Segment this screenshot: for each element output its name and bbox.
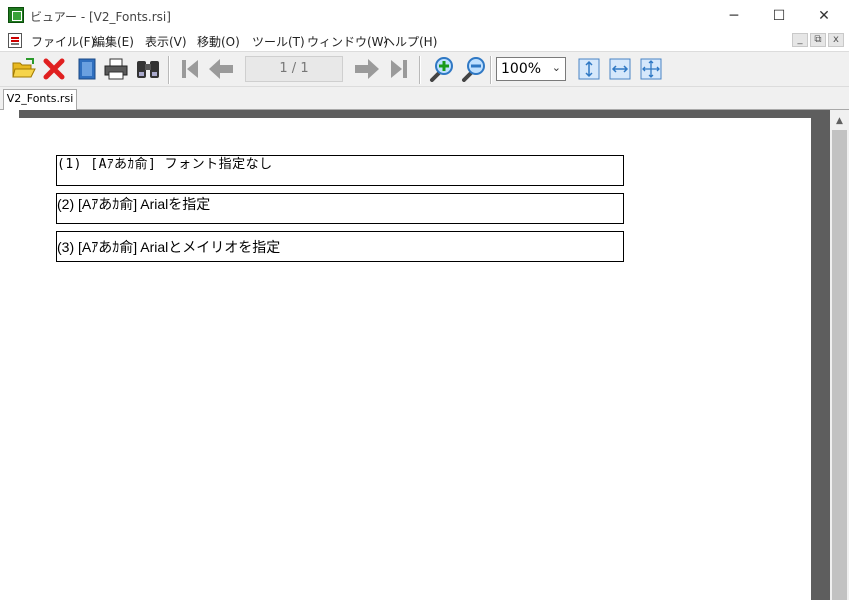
first-page-button[interactable] [176,55,204,83]
text-box-arial-meiryo: (3) [Aｱあｶ俞] Arialとメイリオを指定 [56,231,624,262]
chevron-down-icon[interactable]: ⌄ [552,61,561,74]
mdi-restore-button[interactable]: ⧉ [810,33,826,47]
mdi-minimize-button[interactable]: _ [792,33,808,47]
menu-window[interactable]: ウィンドウ(W) [307,33,388,50]
toolbar-separator [490,56,492,84]
maximize-button[interactable]: ☐ [756,0,802,31]
previous-page-button[interactable] [207,55,235,83]
scrollbar-thumb[interactable] [832,130,847,600]
menu-help[interactable]: ヘルプ(H) [383,33,437,50]
print-button[interactable] [102,55,130,83]
binoculars-icon [137,61,159,78]
zoom-out-button[interactable] [459,55,487,83]
open-folder-icon [12,58,36,78]
document-menu-icon[interactable] [8,33,22,48]
fit-width-icon [609,58,631,80]
last-page-button[interactable] [385,55,413,83]
menu-tools[interactable]: ツール(T) [252,33,305,50]
fit-page-icon [640,58,662,80]
open-button[interactable] [10,55,38,83]
tab-v2-fonts[interactable]: V2_Fonts.rsi [3,89,77,110]
zoom-select[interactable]: 100% ⌄ [496,57,566,81]
book-icon [78,58,96,80]
zoom-in-icon [430,57,453,82]
app-icon[interactable] [8,7,24,23]
first-page-icon [182,60,198,78]
zoom-value: 100% [501,61,542,77]
scroll-up-arrow-icon[interactable]: ▲ [830,112,849,129]
zoom-in-button[interactable] [427,55,455,83]
tab-strip [0,87,849,110]
window-title: ビュアー - [V2_Fonts.rsi] [30,10,171,24]
next-page-icon [355,59,379,79]
menu-move[interactable]: 移動(O) [197,33,240,50]
find-button[interactable] [134,55,162,83]
previous-page-icon [209,59,233,79]
text-line-1: (1) [Aｱあｶ俞] フォント指定なし [57,157,273,172]
text-box-no-font: (1) [Aｱあｶ俞] フォント指定なし [56,155,624,186]
page-indicator[interactable]: 1 / 1 [245,56,343,82]
menu-edit[interactable]: 編集(E) [93,33,134,50]
close-window-button[interactable]: ✕ [801,0,847,31]
fit-height-button[interactable] [575,55,603,83]
close-x-icon [43,58,65,80]
fit-page-button[interactable] [637,55,665,83]
last-page-icon [391,60,407,78]
text-line-3: (3) [Aｱあｶ俞] Arialとメイリオを指定 [57,239,281,255]
fit-width-button[interactable] [606,55,634,83]
minimize-button[interactable]: ─ [711,0,757,31]
toolbar-separator [168,56,170,84]
zoom-out-icon [462,57,485,82]
menu-file[interactable]: ファイル(F) [31,33,95,50]
print-icon [104,58,128,80]
book-button[interactable] [73,55,101,83]
text-line-2: (2) [Aｱあｶ俞] Arialを指定 [57,196,211,212]
next-page-button[interactable] [353,55,381,83]
close-document-button[interactable] [40,55,68,83]
fit-height-icon [578,58,600,80]
text-box-arial: (2) [Aｱあｶ俞] Arialを指定 [56,193,624,224]
document-page [19,118,811,600]
menu-view[interactable]: 表示(V) [145,33,187,50]
mdi-close-button[interactable]: x [828,33,844,47]
toolbar-separator [419,56,421,84]
